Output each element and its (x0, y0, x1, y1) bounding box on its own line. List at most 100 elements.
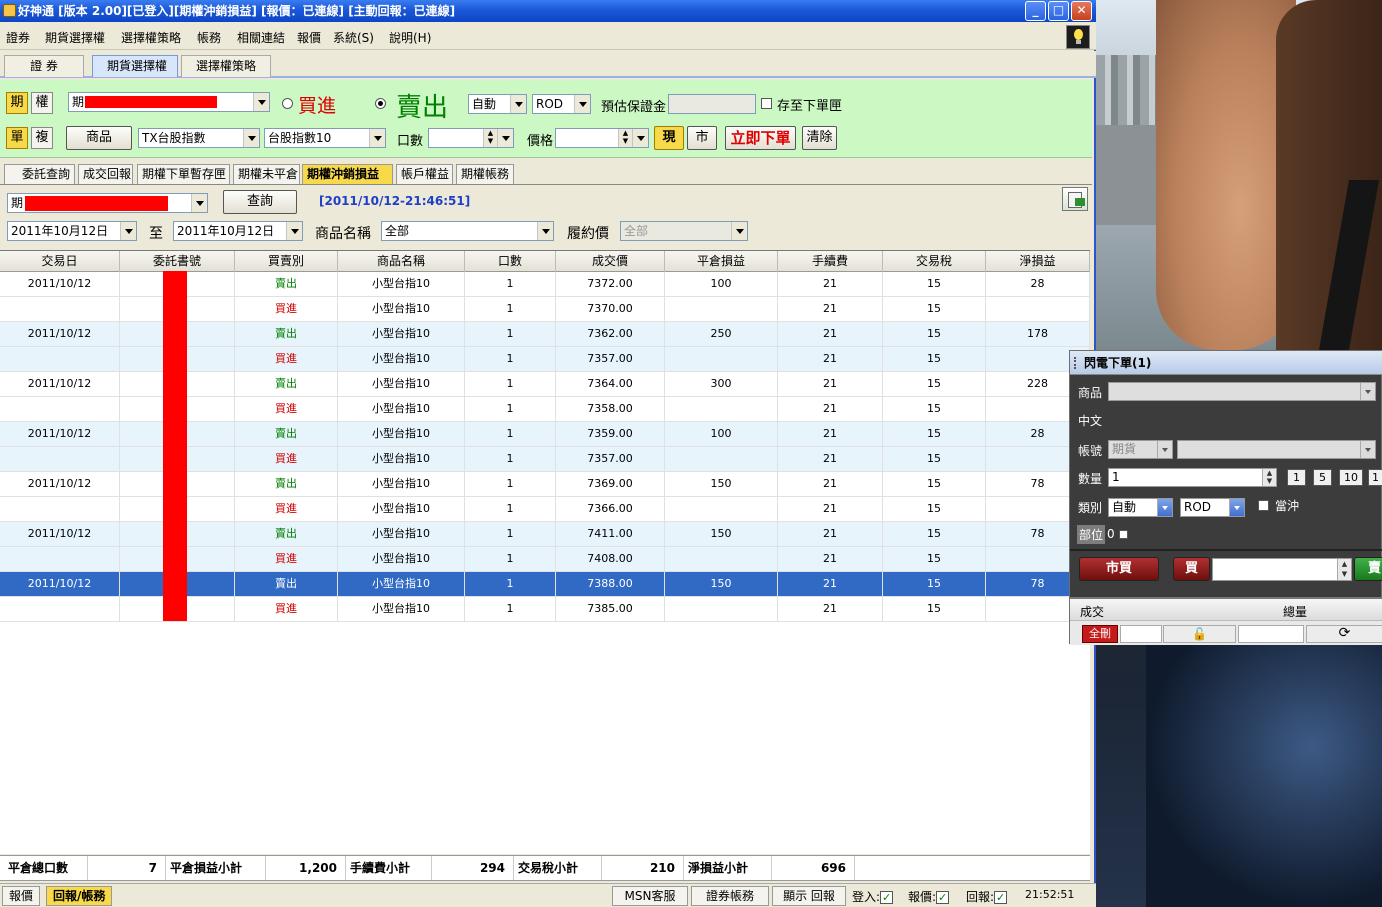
tab-futures-options[interactable]: 期貨選擇權 (92, 55, 178, 77)
tab-securities[interactable]: 證 券 (4, 55, 84, 77)
col-product-name[interactable]: 商品名稱 (338, 251, 465, 272)
flash-sell-button[interactable]: 賣 (1354, 557, 1382, 581)
combo-order-button[interactable]: 複 (31, 127, 53, 149)
query-button[interactable]: 查詢 (223, 190, 297, 214)
flash-type-select[interactable]: 自動 (1108, 498, 1173, 517)
flash-price-input[interactable]: ▲ ▼ (1212, 558, 1352, 581)
flash-delete-all-button[interactable]: 全刪 (1082, 625, 1118, 643)
flash-title-bar[interactable]: 閃電下單(1) (1070, 351, 1382, 375)
cell-product-name: 小型台指10 (338, 447, 465, 472)
cell-close-pl: 150 (665, 572, 778, 597)
flash-rod-select[interactable]: ROD (1180, 498, 1245, 517)
tab-option-accounts[interactable]: 期權帳務 (456, 164, 514, 184)
col-side[interactable]: 買賣別 (235, 251, 338, 272)
spot-price-button[interactable]: 現 (654, 126, 684, 150)
market-price-button[interactable]: 市 (687, 126, 717, 150)
col-order-no[interactable]: 委託書號 (120, 251, 235, 272)
menu-securities[interactable]: 證券 (6, 29, 30, 46)
lock-icon[interactable]: 🔓 (1163, 625, 1236, 643)
col-tax[interactable]: 交易稅 (883, 251, 986, 272)
date-to-picker[interactable]: 2011年10月12日 (173, 221, 303, 241)
refresh-icon[interactable]: ⟳ (1306, 625, 1382, 643)
product-button[interactable]: 商品 (66, 126, 132, 150)
flash-account-select[interactable] (1177, 440, 1376, 459)
sell-radio[interactable] (375, 98, 386, 109)
save-to-box-checkbox[interactable] (761, 98, 772, 109)
stock-account-button[interactable]: 證券帳務 (691, 886, 769, 906)
qty-input[interactable]: ▲ ▼ (428, 128, 514, 148)
col-net-pl[interactable]: 淨損益 (986, 251, 1090, 272)
rod-value: ROD (536, 97, 564, 111)
flash-price-spinner[interactable]: ▲ ▼ (1337, 559, 1351, 580)
cell-product-name: 小型台指10 (338, 547, 465, 572)
status-tab-quote[interactable]: 報價 (2, 886, 41, 906)
maximize-button[interactable]: □ (1048, 1, 1069, 21)
qty-preset-1[interactable]: 1 (1287, 469, 1306, 486)
cell-trade-date (0, 347, 120, 372)
options-mode-button[interactable]: 權 (31, 92, 53, 114)
grip-icon[interactable] (1074, 357, 1077, 369)
flash-qty-spinner[interactable]: ▲ ▼ (1262, 469, 1276, 486)
msn-support-button[interactable]: MSN客服 (612, 886, 688, 906)
buy-radio[interactable] (282, 98, 293, 109)
close-button[interactable]: ✕ (1071, 1, 1092, 21)
tab-open-positions[interactable]: 期權未平倉 (233, 164, 300, 184)
futures-mode-button[interactable]: 期 (6, 92, 28, 114)
flash-product-select[interactable] (1108, 382, 1376, 401)
tab-order-box[interactable]: 期權下單暫存匣 (137, 164, 230, 184)
price-spinner[interactable]: ▲ ▼ (618, 129, 632, 147)
cell-net-pl: 28 (986, 272, 1090, 297)
cell-qty: 1 (465, 422, 556, 447)
status-tab-report[interactable]: 回報/帳務 (46, 886, 113, 906)
export-excel-icon[interactable] (1062, 187, 1088, 211)
qty-preset-more[interactable]: 1 (1368, 469, 1382, 486)
flash-market-buy-button[interactable]: 市買 (1079, 557, 1159, 581)
menu-accounts[interactable]: 帳務 (197, 29, 221, 46)
col-trade-date[interactable]: 交易日 (0, 251, 120, 272)
menu-links[interactable]: 相關連結 (237, 29, 285, 46)
qty-preset-5[interactable]: 5 (1313, 469, 1332, 486)
rod-select[interactable]: ROD (532, 94, 591, 114)
product-name-select[interactable]: 全部 (381, 221, 554, 241)
cell-tax: 15 (883, 497, 986, 522)
tab-offset-pl[interactable]: 期權沖銷損益 (302, 164, 393, 184)
cell-net-pl: 178 (986, 322, 1090, 347)
flash-buy-button[interactable]: 買 (1173, 557, 1210, 581)
submit-order-button[interactable]: 立即下單 (725, 126, 796, 150)
condition-select[interactable]: 自動 (468, 94, 527, 114)
show-report-button[interactable]: 顯示 回報 (772, 886, 846, 906)
tab-option-strategy[interactable]: 選擇權策略 (181, 55, 271, 77)
qty-preset-10[interactable]: 10 (1339, 469, 1363, 486)
date-from-picker[interactable]: 2011年10月12日 (7, 221, 137, 241)
account-select[interactable]: 期 (68, 92, 270, 112)
tab-fill-report[interactable]: 成交回報 (78, 164, 133, 184)
clear-button[interactable]: 清除 (802, 126, 837, 150)
col-fee[interactable]: 手續費 (778, 251, 883, 272)
price-input[interactable]: ▲ ▼ (555, 128, 649, 148)
lightbulb-icon[interactable] (1066, 25, 1090, 49)
cell-fill-price: 7364.00 (556, 372, 665, 397)
menu-quotes[interactable]: 報價 (297, 29, 321, 46)
menu-system[interactable]: 系統(S) (333, 29, 374, 46)
menu-help[interactable]: 說明(H) (389, 29, 431, 46)
flash-position-checkbox[interactable] (1119, 530, 1128, 539)
col-fill-price[interactable]: 成交價 (556, 251, 665, 272)
tab-account-equity[interactable]: 帳戶權益 (396, 164, 453, 184)
single-order-button[interactable]: 單 (6, 127, 28, 149)
qty-spinner[interactable]: ▲ ▼ (483, 129, 497, 147)
close-qty-label: 平倉總口數 (0, 856, 88, 880)
col-close-pl[interactable]: 平倉損益 (665, 251, 778, 272)
minimize-button[interactable]: _ (1025, 1, 1046, 21)
tab-order-query[interactable]: 委託查詢 (4, 164, 75, 184)
contract-month-select[interactable]: 台股指數10 (264, 128, 386, 148)
flash-qty-input[interactable]: 1 ▲ ▼ (1108, 468, 1277, 487)
flash-account-type-select[interactable]: 期貨 (1108, 440, 1173, 459)
menu-option-strategy[interactable]: 選擇權策略 (121, 29, 181, 46)
cell-tax: 15 (883, 422, 986, 447)
menu-futures-options[interactable]: 期貨選擇權 (45, 29, 105, 46)
flash-daytrade-checkbox[interactable] (1258, 500, 1269, 511)
product-select[interactable]: TX台股指數 (138, 128, 260, 148)
col-qty[interactable]: 口數 (465, 251, 556, 272)
net-pl-label: 淨損益小計 (684, 856, 772, 880)
query-account-select[interactable]: 期 (7, 193, 208, 213)
